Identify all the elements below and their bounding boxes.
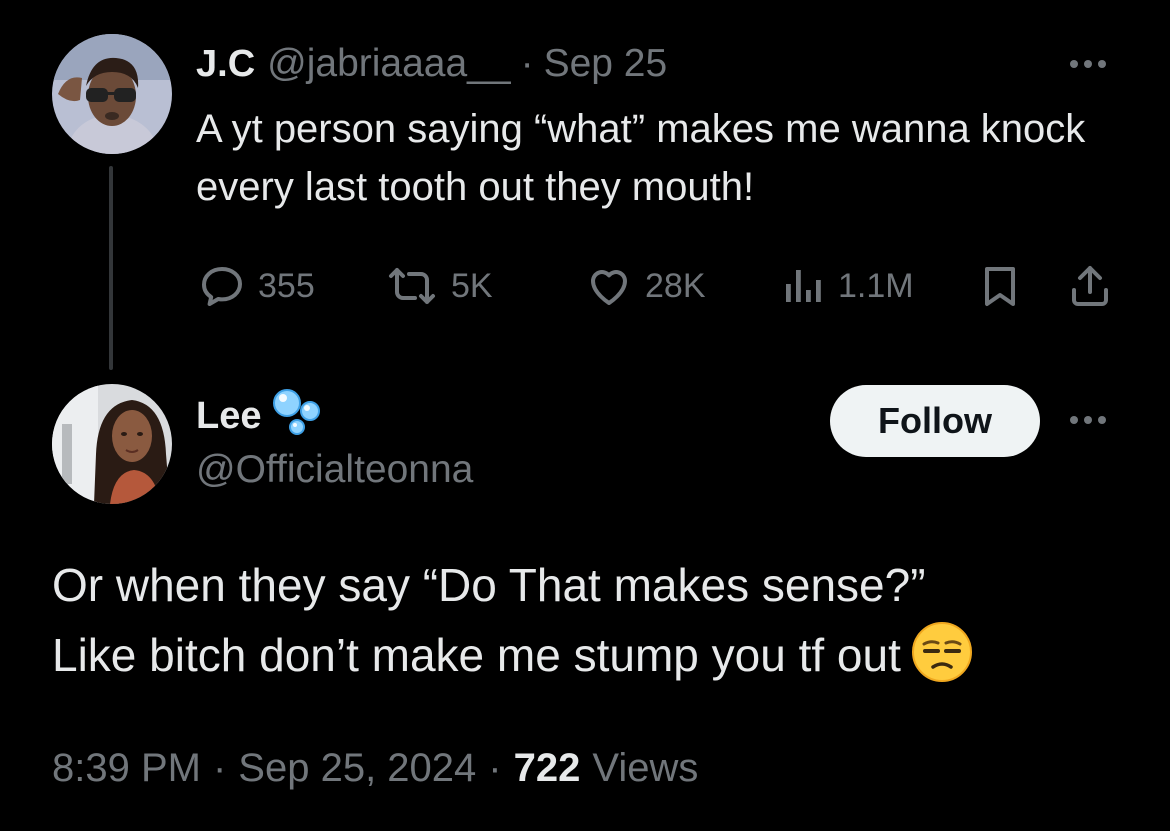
follow-button[interactable]: Follow	[830, 385, 1040, 457]
reply-text-line-1: Or when they say “Do That makes sense?”	[52, 559, 926, 611]
reply-author-name[interactable]: Lee	[196, 395, 261, 438]
reply-text-line-2-row: Like bitch don’t make me stump you tf ou…	[52, 620, 1142, 702]
author-name[interactable]: J.C	[196, 43, 255, 86]
more-icon[interactable]	[1070, 60, 1106, 68]
reply-icon	[198, 262, 246, 310]
meta-separator: ·	[212, 745, 227, 790]
tweet-date[interactable]: Sep 25	[544, 42, 668, 86]
author-handle[interactable]: @jabriaaaa__	[267, 42, 510, 86]
views-button[interactable]: 1.1M	[782, 262, 914, 310]
avatar-jc[interactable]	[52, 34, 172, 154]
heart-icon	[585, 262, 633, 310]
avatar-lee[interactable]	[52, 384, 172, 504]
views-icon	[782, 262, 826, 310]
reply-text-line-2: Like bitch don’t make me stump you tf ou…	[52, 629, 901, 681]
header-separator: ·	[520, 42, 534, 85]
reply-text: Or when they say “Do That makes sense?” …	[52, 550, 1142, 702]
thread-connector-line	[109, 166, 113, 370]
share-icon[interactable]	[1066, 262, 1114, 310]
reply-meta: 8:39 PM · Sep 25, 2024 · 722 Views	[52, 738, 698, 798]
like-button[interactable]: 28K	[585, 262, 706, 310]
reply-button[interactable]: 355	[198, 262, 315, 310]
unamused-face-emoji	[911, 621, 973, 702]
reply-author-name-row[interactable]: Lee	[196, 389, 325, 442]
reply-count: 355	[258, 266, 315, 305]
bookmark-icon[interactable]	[976, 262, 1024, 310]
like-count: 28K	[645, 266, 706, 305]
views-count: 1.1M	[838, 266, 914, 305]
more-icon[interactable]	[1070, 416, 1106, 424]
bubbles-icon	[265, 385, 325, 447]
retweet-button[interactable]: 5K	[385, 262, 493, 310]
retweet-icon	[385, 262, 439, 310]
retweet-count: 5K	[451, 266, 493, 305]
tweet-text: A yt person saying “what” makes me wanna…	[196, 107, 1086, 209]
reply-views-label: Views	[592, 745, 699, 790]
reply-date[interactable]: Sep 25, 2024	[238, 746, 476, 791]
tweet-header: J.C @jabriaaaa__ · Sep 25	[196, 38, 667, 90]
reply-views-count: 722	[513, 745, 581, 790]
reply-time[interactable]: 8:39 PM	[52, 746, 201, 791]
reply-author-handle[interactable]: @Officialteonna	[196, 448, 473, 492]
meta-separator: ·	[488, 745, 502, 790]
